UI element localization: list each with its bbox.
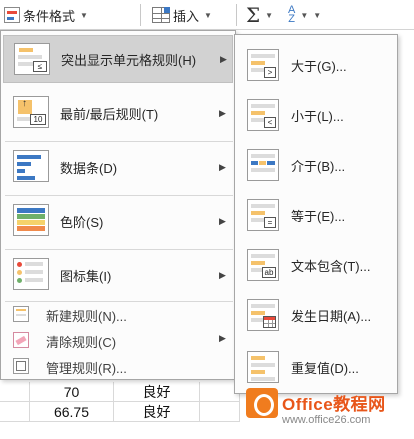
duplicate-values-icon xyxy=(247,351,279,383)
submenu-arrow-icon: ▶ xyxy=(219,107,226,118)
submenu-arrow-icon: ▶ xyxy=(220,53,227,64)
submenu-item-less-than[interactable]: < 小于(L)... xyxy=(239,93,393,137)
menu-item-label: 清除规则(C) xyxy=(46,335,117,350)
menu-divider xyxy=(5,249,233,250)
less-than-icon: < xyxy=(247,99,279,131)
data-bars-icon xyxy=(13,150,49,182)
insert-cells-icon xyxy=(152,7,170,23)
greater-than-icon: > xyxy=(247,49,279,81)
menu-item-data-bars[interactable]: 数据条(D) ▶ xyxy=(3,143,233,191)
conditional-format-icon xyxy=(4,7,20,23)
submenu-item-greater-than[interactable]: > 大于(G)... xyxy=(239,43,393,87)
insert-label: 插入 xyxy=(173,8,200,24)
grid-cell[interactable] xyxy=(0,382,30,402)
menu-item-label: 数据条(D) xyxy=(60,160,118,176)
watermark-url: www.office26.com xyxy=(282,414,371,426)
insert-button[interactable]: 插入 ▼ xyxy=(152,4,212,26)
submenu-item-between[interactable]: 介于(B)... xyxy=(239,143,393,187)
grid-cell[interactable]: 良好 xyxy=(114,402,200,422)
autosum-button[interactable]: Σ ▼ xyxy=(246,4,273,26)
grid-cell[interactable]: 66.75 xyxy=(30,402,114,422)
menu-item-manage-rules[interactable]: 管理规则(R)... xyxy=(3,355,233,377)
menu-item-icon-sets[interactable]: 图标集(I) ▶ xyxy=(3,251,233,299)
ribbon-divider xyxy=(236,4,237,26)
date-occurring-icon xyxy=(247,299,279,331)
menu-item-highlight-cells-rules[interactable]: ≤ 突出显示单元格规则(H) ▶ xyxy=(3,35,233,83)
submenu-item-label: 介于(B)... xyxy=(291,159,346,174)
menu-divider xyxy=(5,301,233,302)
submenu-arrow-icon: ▶ xyxy=(219,161,226,172)
highlight-cells-icon: ≤ xyxy=(14,43,50,75)
menu-item-label: 最前/最后规则(T) xyxy=(60,106,159,122)
menu-item-new-rule[interactable]: 新建规则(N)... xyxy=(3,303,233,325)
menu-item-label: 色阶(S) xyxy=(60,214,104,230)
submenu-item-text-contains[interactable]: ab 文本包含(T)... xyxy=(239,243,393,287)
watermark-title: Office教程网 xyxy=(282,395,386,414)
sigma-icon: Σ xyxy=(246,3,261,27)
submenu-arrow-icon: ▶ xyxy=(219,269,226,280)
submenu-item-label: 大于(G)... xyxy=(291,59,347,74)
filter-funnel-icon: ▼ xyxy=(300,10,309,20)
submenu-item-label: 文本包含(T)... xyxy=(291,259,371,274)
text-contains-icon: ab xyxy=(247,249,279,281)
clear-rules-icon xyxy=(13,332,29,348)
chevron-down-icon: ▼ xyxy=(204,10,212,20)
sort-filter-icon: AZ xyxy=(288,4,296,25)
menu-item-label: 图标集(I) xyxy=(60,268,112,284)
between-icon xyxy=(247,149,279,181)
conditional-format-label: 条件格式 xyxy=(23,8,76,24)
grid-cell[interactable] xyxy=(0,402,30,422)
conditional-format-button[interactable]: 条件格式 ▼ xyxy=(4,4,88,26)
equal-to-icon: = xyxy=(247,199,279,231)
menu-item-clear-rules[interactable]: 清除规则(C) ▶ xyxy=(3,329,233,351)
submenu-item-date-occurring[interactable]: 发生日期(A)... xyxy=(239,293,393,337)
grid-cell[interactable]: 良好 xyxy=(114,382,200,402)
submenu-item-label: 等于(E)... xyxy=(291,209,346,224)
new-rule-icon xyxy=(13,306,29,322)
menu-item-top-bottom-rules[interactable]: ↑ 10 最前/最后规则(T) ▶ xyxy=(3,89,233,137)
manage-rules-icon xyxy=(13,358,29,374)
chevron-down-icon: ▼ xyxy=(265,10,274,20)
menu-item-label: 新建规则(N)... xyxy=(46,309,127,324)
office-logo-icon xyxy=(246,388,278,418)
top-bottom-icon: ↑ 10 xyxy=(13,96,49,128)
grid-cell[interactable]: 70 xyxy=(30,382,114,402)
menu-item-label: 管理规则(R)... xyxy=(46,361,127,376)
submenu-item-label: 小于(L)... xyxy=(291,109,344,124)
icon-sets-icon xyxy=(13,258,49,290)
submenu-item-duplicate-values[interactable]: 重复值(D)... xyxy=(239,345,393,389)
menu-item-label: 突出显示单元格规则(H) xyxy=(61,52,197,68)
conditional-format-menu: ≤ 突出显示单元格规则(H) ▶ ↑ 10 最前/最后规则(T) ▶ 数据条(D… xyxy=(0,30,236,380)
menu-divider xyxy=(5,141,233,142)
chevron-down-icon: ▼ xyxy=(313,10,322,20)
submenu-item-equal-to[interactable]: = 等于(E)... xyxy=(239,193,393,237)
submenu-arrow-icon: ▶ xyxy=(219,215,226,226)
grid-cell[interactable] xyxy=(200,402,240,422)
sort-filter-button[interactable]: AZ ▼ ▼ xyxy=(288,4,321,26)
submenu-arrow-icon: ▶ xyxy=(219,333,226,343)
highlight-cells-submenu: > 大于(G)... < 小于(L)... 介于(B)... = 等于(E)..… xyxy=(234,34,398,394)
menu-divider xyxy=(5,195,233,196)
menu-item-color-scales[interactable]: 色阶(S) ▶ xyxy=(3,197,233,245)
chevron-down-icon: ▼ xyxy=(80,10,88,20)
ribbon-divider xyxy=(140,4,141,26)
submenu-item-label: 重复值(D)... xyxy=(291,361,359,376)
color-scales-icon xyxy=(13,204,49,236)
ribbon-strip: 条件格式 ▼ 插入 ▼ Σ ▼ AZ ▼ ▼ xyxy=(0,0,414,30)
submenu-item-label: 发生日期(A)... xyxy=(291,309,372,324)
